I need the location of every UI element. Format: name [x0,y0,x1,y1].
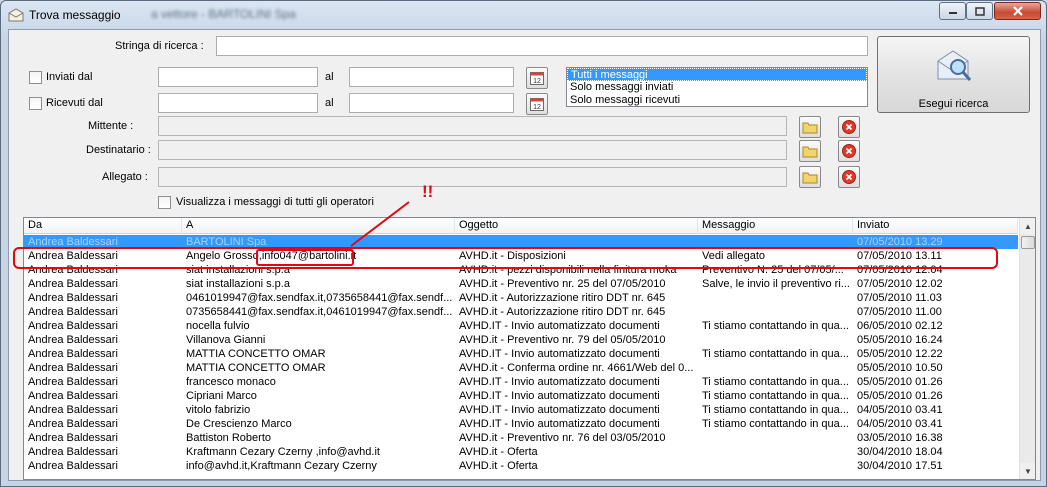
annotation-arrow [350,201,410,247]
find-message-window: Trova messaggio a vettore - BARTOLINI Sp… [0,0,1047,487]
